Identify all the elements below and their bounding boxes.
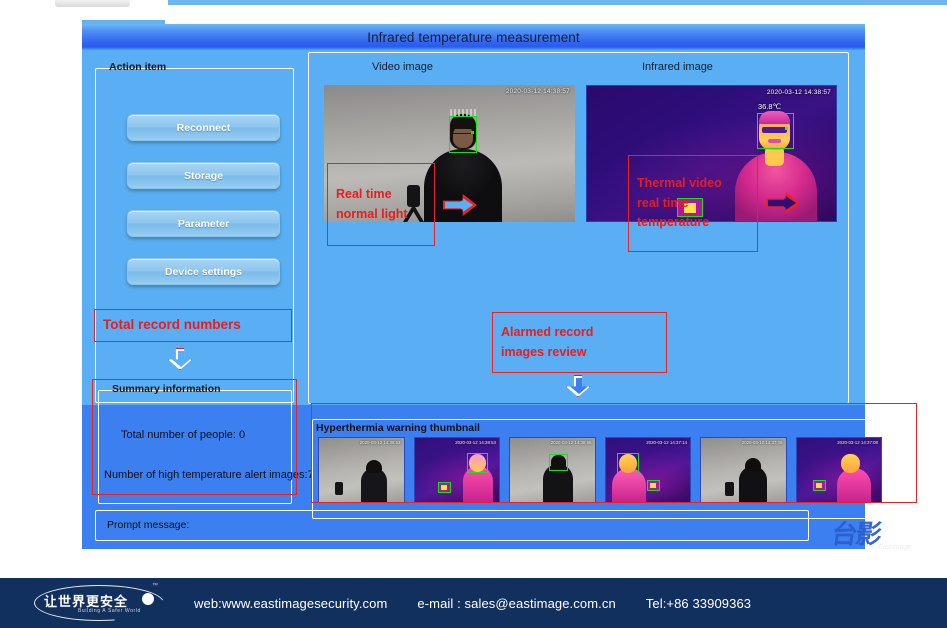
annotation-thermal-line2: real time — [637, 195, 689, 210]
annotation-alarm-line2: images review — [501, 344, 587, 359]
annotation-alarmed-record: Alarmed record images review — [492, 312, 667, 373]
footer-contact-info: web:www.eastimagesecurity.com e-mail : s… — [194, 596, 751, 611]
brand-watermark-text: Eastimage — [878, 544, 912, 551]
top-fragment-bar — [168, 0, 947, 5]
prompt-message-group: Prompt message: — [95, 510, 809, 541]
footer-web: web:www.eastimagesecurity.com — [194, 595, 388, 611]
annotation-thermal: Thermal video real time temperature — [628, 155, 758, 252]
page-footer: 让世界更安全 Building A Safer World ™ web:www.… — [0, 578, 947, 628]
company-logo: 让世界更安全 Building A Safer World ™ — [24, 581, 174, 625]
brand-watermark: 台影 Eastimage — [822, 514, 932, 562]
storage-button-label: Storage — [183, 169, 224, 182]
annotation-total-records-text: Total record numbers — [103, 317, 241, 333]
annotation-thermal-line3: temperature — [637, 215, 710, 230]
thermal-tracking-dot-icon — [785, 127, 788, 130]
annotation-box-thumbnails — [311, 403, 917, 503]
reconnect-button-label: Reconnect — [176, 121, 231, 134]
parameter-button[interactable]: Parameter — [127, 210, 280, 237]
prompt-message-label: Prompt message: — [107, 519, 190, 531]
annotation-thermal-line1: Thermal video — [637, 176, 722, 191]
annotation-real-time-line2: normal light — [336, 206, 408, 221]
annotation-total-records: Total record numbers — [94, 309, 292, 342]
annotation-alarm-line1: Alarmed record — [501, 325, 594, 340]
top-fragment-tab — [55, 0, 130, 7]
action-item-group: Action item Reconnect Storage Parameter … — [95, 61, 294, 403]
logo-globe-icon — [142, 593, 154, 605]
action-item-group-title: Action item — [109, 61, 167, 73]
storage-button[interactable]: Storage — [127, 162, 280, 189]
annotation-box-summary — [92, 379, 297, 495]
face-tracking-dot-icon — [471, 131, 474, 134]
footer-tel: Tel:+86 33909363 — [645, 595, 752, 611]
video-timestamp: 2020-03-12 14:38:57 — [505, 88, 570, 95]
footer-email: e-mail : sales@eastimage.com.cn — [417, 595, 616, 611]
logo-english-text: Building A Safer World — [78, 608, 141, 614]
infrared-image-label: Infrared image — [642, 61, 713, 73]
parameter-button-label: Parameter — [177, 217, 230, 230]
brand-watermark-mark-icon: 台影 — [829, 520, 882, 550]
video-image-label: Video image — [372, 61, 433, 73]
annotation-real-time-line1: Real time — [336, 187, 392, 202]
window-titlebar: Infrared temperature measurement — [82, 24, 865, 50]
thermal-face-detection-box — [757, 113, 794, 149]
face-detection-box — [449, 116, 477, 153]
video-overlay-marker — [450, 109, 476, 116]
device-settings-button-label: Device settings — [164, 265, 243, 278]
window-title: Infrared temperature measurement — [367, 29, 580, 45]
reconnect-button[interactable]: Reconnect — [127, 114, 280, 141]
infrared-timestamp: 2020-03-12 14:38:57 — [766, 89, 831, 96]
screenshot-root: Infrared temperature measurement Action … — [0, 0, 947, 628]
device-settings-button[interactable]: Device settings — [127, 258, 280, 285]
face-temperature-reading: 36.8℃ — [758, 102, 782, 111]
logo-trademark-icon: ™ — [152, 583, 158, 589]
annotation-real-time: Real time normal light — [327, 163, 435, 246]
